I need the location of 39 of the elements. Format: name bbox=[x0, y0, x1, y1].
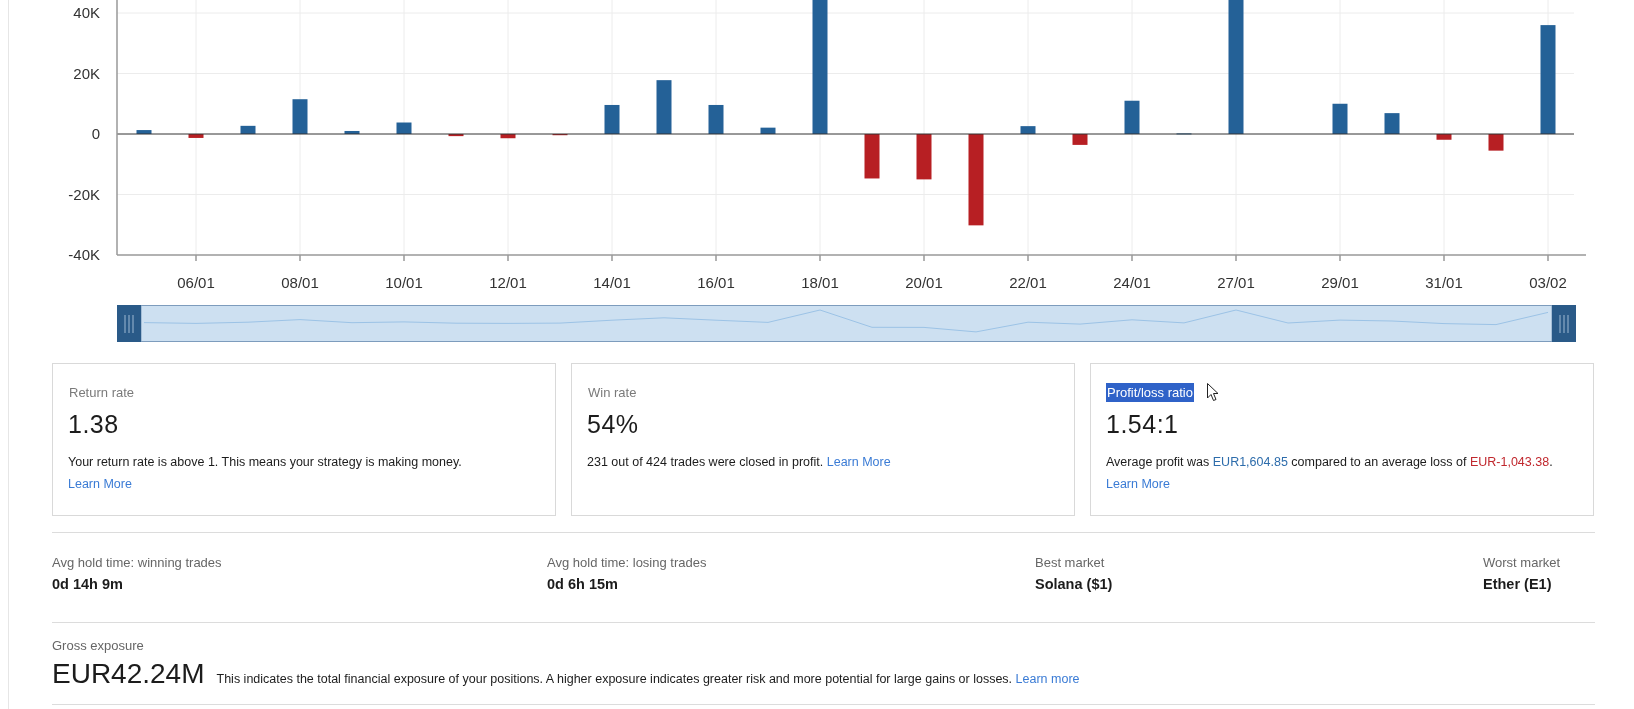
metric-description: Your return rate is above 1. This means your strategy is making money. bbox=[68, 454, 463, 471]
x-axis-label: 18/01 bbox=[801, 274, 839, 291]
stat-value: 0d 14h 9m bbox=[52, 576, 124, 592]
x-axis-label: 24/01 bbox=[1113, 274, 1151, 291]
y-axis-label: -40K bbox=[68, 246, 100, 263]
x-axis-label: 14/01 bbox=[593, 274, 631, 291]
stat-label: Avg hold time: losing trades bbox=[547, 555, 708, 570]
y-axis-label: 20K bbox=[73, 64, 100, 82]
stat-value: Ether (E1) bbox=[1483, 576, 1553, 592]
card-label: Win rate bbox=[587, 383, 638, 402]
x-axis-label: 27/01 bbox=[1217, 274, 1255, 291]
stat-value: Solana ($1) bbox=[1035, 576, 1114, 592]
x-axis-label: 29/01 bbox=[1321, 274, 1359, 291]
x-axis-label: 16/01 bbox=[697, 274, 735, 291]
y-axis-label: 40K bbox=[73, 4, 100, 21]
stat-label: Gross exposure bbox=[52, 638, 145, 653]
x-axis-label: 12/01 bbox=[489, 274, 527, 291]
x-axis-label: 10/01 bbox=[385, 274, 423, 291]
metric-value: 54% bbox=[587, 410, 640, 439]
stat-label: Worst market bbox=[1483, 555, 1562, 570]
card-label: Return rate bbox=[68, 383, 136, 402]
metric-description: 231 out of 424 trades were closed in profit. Learn More bbox=[587, 454, 892, 471]
stat-label: Best market bbox=[1035, 555, 1106, 570]
y-axis-label: 0 bbox=[91, 125, 100, 142]
metric-value: 1.38 bbox=[68, 410, 120, 439]
exposure-description: This indicates the total financial exposure of your positions. A higher exposure indicates greater risk and more potential for large gains or losses. Learn more bbox=[216, 672, 1080, 686]
card-label: Profit/loss ratio bbox=[1106, 382, 1194, 402]
metric-description: Average profit was EUR1,604.85 compared to an average loss of EUR-1,043.38. bbox=[1106, 454, 1554, 471]
x-axis-label: 03/02 bbox=[1529, 274, 1567, 291]
y-axis-label: -20K bbox=[68, 185, 100, 203]
x-axis-label: 20/01 bbox=[905, 274, 943, 291]
exposure-value: EUR42.24M bbox=[52, 658, 205, 690]
x-axis-label: 22/01 bbox=[1009, 274, 1047, 291]
x-axis-label: 06/01 bbox=[177, 274, 215, 291]
stat-label: Avg hold time: winning trades bbox=[52, 555, 223, 570]
metric-value: 1.54:1 bbox=[1106, 410, 1180, 439]
x-axis-label: 31/01 bbox=[1425, 274, 1463, 291]
stat-value: 0d 6h 15m bbox=[547, 576, 619, 592]
x-axis-label: 08/01 bbox=[281, 274, 319, 291]
